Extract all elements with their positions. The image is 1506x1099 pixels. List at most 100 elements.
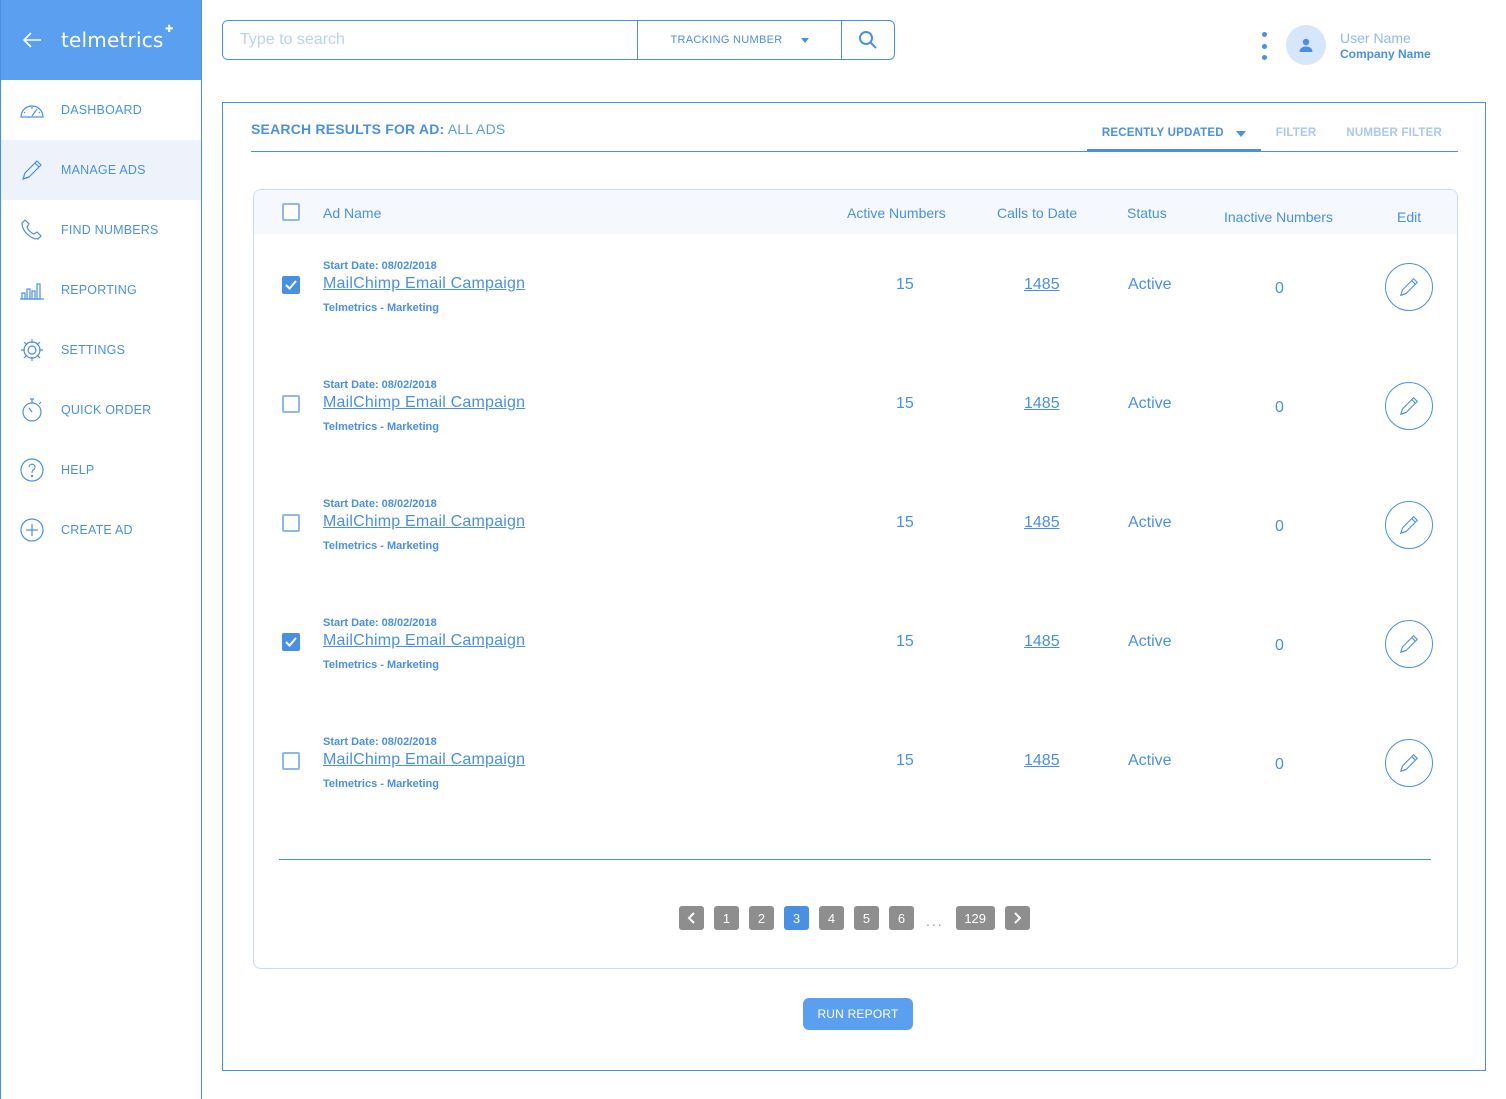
calls-to-date-link[interactable]: 1485 [1024, 752, 1060, 770]
inactive-numbers-value: 0 [1275, 637, 1284, 654]
tab-label: NUMBER FILTER [1346, 127, 1442, 139]
results-label: SEARCH RESULTS FOR AD: [251, 121, 445, 137]
start-date: Start Date: 08/02/2018 [323, 498, 437, 510]
tab-recently-updated[interactable]: RECENTLY UPDATED [1086, 117, 1261, 152]
row-checkbox[interactable] [282, 395, 300, 413]
check-icon [285, 637, 297, 647]
divider [251, 151, 1458, 152]
sidebar-item-quick-order[interactable]: QUICK ORDER [1, 380, 201, 440]
sidebar-item-label: DASHBOARD [61, 103, 142, 117]
company-label: Telmetrics - Marketing [323, 421, 439, 433]
ad-name-link[interactable]: MailChimp Email Campaign [323, 632, 525, 650]
prev-page-button[interactable] [679, 906, 704, 930]
page-button[interactable]: 6 [889, 906, 914, 930]
edit-button[interactable] [1385, 263, 1433, 311]
row-checkbox[interactable] [282, 276, 300, 294]
search-input[interactable] [223, 21, 637, 59]
chevron-down-icon [1235, 131, 1246, 137]
page-button[interactable]: 4 [819, 906, 844, 930]
col-status: Status [1127, 205, 1167, 221]
calls-to-date-link[interactable]: 1485 [1024, 514, 1060, 532]
row-checkbox[interactable] [282, 633, 300, 651]
back-arrow-icon[interactable] [21, 29, 43, 51]
ad-name-link[interactable]: MailChimp Email Campaign [323, 394, 525, 412]
page-button[interactable]: 1 [714, 906, 739, 930]
sidebar-item-label: HELP [61, 463, 95, 477]
brand-header: telmetrics ✚ [1, 0, 201, 80]
sidebar: telmetrics ✚ DASHBOARD MANAGE ADS FIND NU… [0, 0, 202, 1099]
ad-name-link[interactable]: MailChimp Email Campaign [323, 275, 525, 293]
ad-name-link[interactable]: MailChimp Email Campaign [323, 751, 525, 769]
page-button[interactable]: 2 [749, 906, 774, 930]
sidebar-item-dashboard[interactable]: DASHBOARD [1, 80, 201, 140]
divider [279, 859, 1431, 860]
sidebar-item-find-numbers[interactable]: FIND NUMBERS [1, 200, 201, 260]
sidebar-item-manage-ads[interactable]: MANAGE ADS [1, 140, 201, 200]
more-menu-icon[interactable] [1259, 32, 1269, 60]
row-checkbox[interactable] [282, 514, 300, 532]
edit-button[interactable] [1385, 620, 1433, 668]
sidebar-item-settings[interactable]: SETTINGS [1, 320, 201, 380]
status-value: Active [1128, 395, 1172, 412]
brand-logo: telmetrics ✚ [61, 24, 173, 52]
ad-name-link[interactable]: MailChimp Email Campaign [323, 513, 525, 531]
sidebar-item-label: SETTINGS [61, 343, 126, 357]
search-button[interactable] [841, 21, 894, 59]
table-row: Start Date: 08/02/2018 MailChimp Email C… [254, 591, 1457, 710]
col-active-numbers: Active Numbers [847, 205, 946, 221]
chevron-right-icon [1014, 912, 1022, 924]
inactive-numbers-value: 0 [1275, 280, 1284, 297]
select-all-checkbox[interactable] [282, 203, 300, 221]
sidebar-item-help[interactable]: HELP [1, 440, 201, 500]
brand-name: telmetrics [61, 28, 164, 52]
tab-label: FILTER [1275, 127, 1317, 139]
tab-filter[interactable]: FILTER [1261, 117, 1332, 152]
phone-icon [19, 217, 45, 243]
avatar[interactable] [1286, 25, 1326, 65]
pencil-icon [1399, 634, 1419, 654]
status-value: Active [1128, 752, 1172, 769]
calls-to-date-link[interactable]: 1485 [1024, 276, 1060, 294]
inactive-numbers-value: 0 [1275, 518, 1284, 535]
start-date: Start Date: 08/02/2018 [323, 617, 437, 629]
bar-chart-icon [19, 277, 45, 303]
results-value: ALL ADS [447, 121, 506, 137]
table-row: Start Date: 08/02/2018 MailChimp Email C… [254, 710, 1457, 829]
table-row: Start Date: 08/02/2018 MailChimp Email C… [254, 353, 1457, 472]
active-numbers-value: 15 [896, 633, 914, 650]
tab-label: RECENTLY UPDATED [1101, 127, 1224, 139]
start-date: Start Date: 08/02/2018 [323, 260, 437, 272]
col-edit: Edit [1397, 209, 1422, 225]
start-date: Start Date: 08/02/2018 [323, 736, 437, 748]
edit-button[interactable] [1385, 501, 1433, 549]
calls-to-date-link[interactable]: 1485 [1024, 633, 1060, 651]
inactive-numbers-value: 0 [1275, 756, 1284, 773]
company-name: Company Name [1340, 47, 1431, 61]
row-checkbox[interactable] [282, 752, 300, 770]
stopwatch-icon [19, 397, 45, 423]
sidebar-item-reporting[interactable]: REPORTING [1, 260, 201, 320]
pencil-icon [1399, 753, 1419, 773]
col-ad-name: Ad Name [323, 205, 382, 221]
chevron-down-icon [800, 37, 809, 43]
user-info[interactable]: User Name Company Name [1340, 30, 1431, 62]
edit-button[interactable] [1385, 739, 1433, 787]
sidebar-item-create-ad[interactable]: CREATE AD [1, 500, 201, 560]
pagination: 1 2 3 4 5 6 ... 129 [679, 906, 1040, 930]
search-icon [859, 31, 877, 49]
edit-button[interactable] [1385, 382, 1433, 430]
page-button[interactable]: 5 [854, 906, 879, 930]
next-page-button[interactable] [1004, 906, 1030, 930]
page-button-last[interactable]: 129 [955, 906, 995, 930]
pencil-icon [1399, 277, 1419, 297]
run-report-button[interactable]: RUN REPORT [803, 998, 913, 1030]
search-bar: TRACKING NUMBER [222, 20, 895, 60]
calls-to-date-link[interactable]: 1485 [1024, 395, 1060, 413]
page-button-current[interactable]: 3 [784, 906, 809, 930]
plus-circle-icon [19, 517, 45, 543]
sidebar-item-label: FIND NUMBERS [61, 223, 159, 237]
active-numbers-value: 15 [896, 276, 914, 293]
tab-number-filter[interactable]: NUMBER FILTER [1331, 117, 1457, 152]
inactive-numbers-value: 0 [1275, 399, 1284, 416]
search-type-dropdown[interactable]: TRACKING NUMBER [637, 21, 841, 59]
